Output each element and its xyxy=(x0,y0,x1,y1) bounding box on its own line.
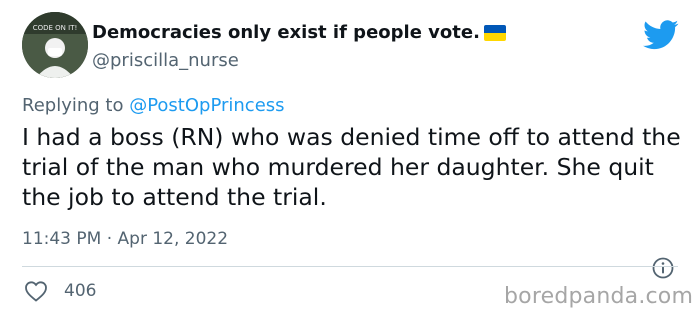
tweet-card: CODE ON IT! Democracies only exist if pe… xyxy=(0,0,700,319)
reply-mention-link[interactable]: @PostOpPrincess xyxy=(129,95,284,116)
divider xyxy=(22,266,678,267)
tweet-text: I had a boss (RN) who was denied time of… xyxy=(22,123,681,211)
twitter-bird-icon[interactable] xyxy=(643,20,679,50)
like-button[interactable]: 406 xyxy=(24,280,96,302)
author-handle[interactable]: @priscilla_nurse xyxy=(92,50,239,71)
author-name-text[interactable]: Democracies only exist if people vote. xyxy=(92,22,480,43)
ukraine-flag-icon xyxy=(483,24,506,41)
like-count: 406 xyxy=(64,281,97,301)
reply-context: Replying to @PostOpPrincess xyxy=(22,95,285,116)
avatar[interactable]: CODE ON IT! xyxy=(22,12,88,78)
reply-prefix: Replying to xyxy=(22,95,130,116)
avatar-text: CODE ON IT! xyxy=(33,24,78,32)
info-icon[interactable] xyxy=(652,257,674,279)
watermark: boredpanda.com xyxy=(504,284,694,309)
author-display-name[interactable]: Democracies only exist if people vote. xyxy=(92,22,506,43)
heart-icon[interactable] xyxy=(24,280,48,302)
tweet-timestamp[interactable]: 11:43 PM · Apr 12, 2022 xyxy=(22,229,228,249)
